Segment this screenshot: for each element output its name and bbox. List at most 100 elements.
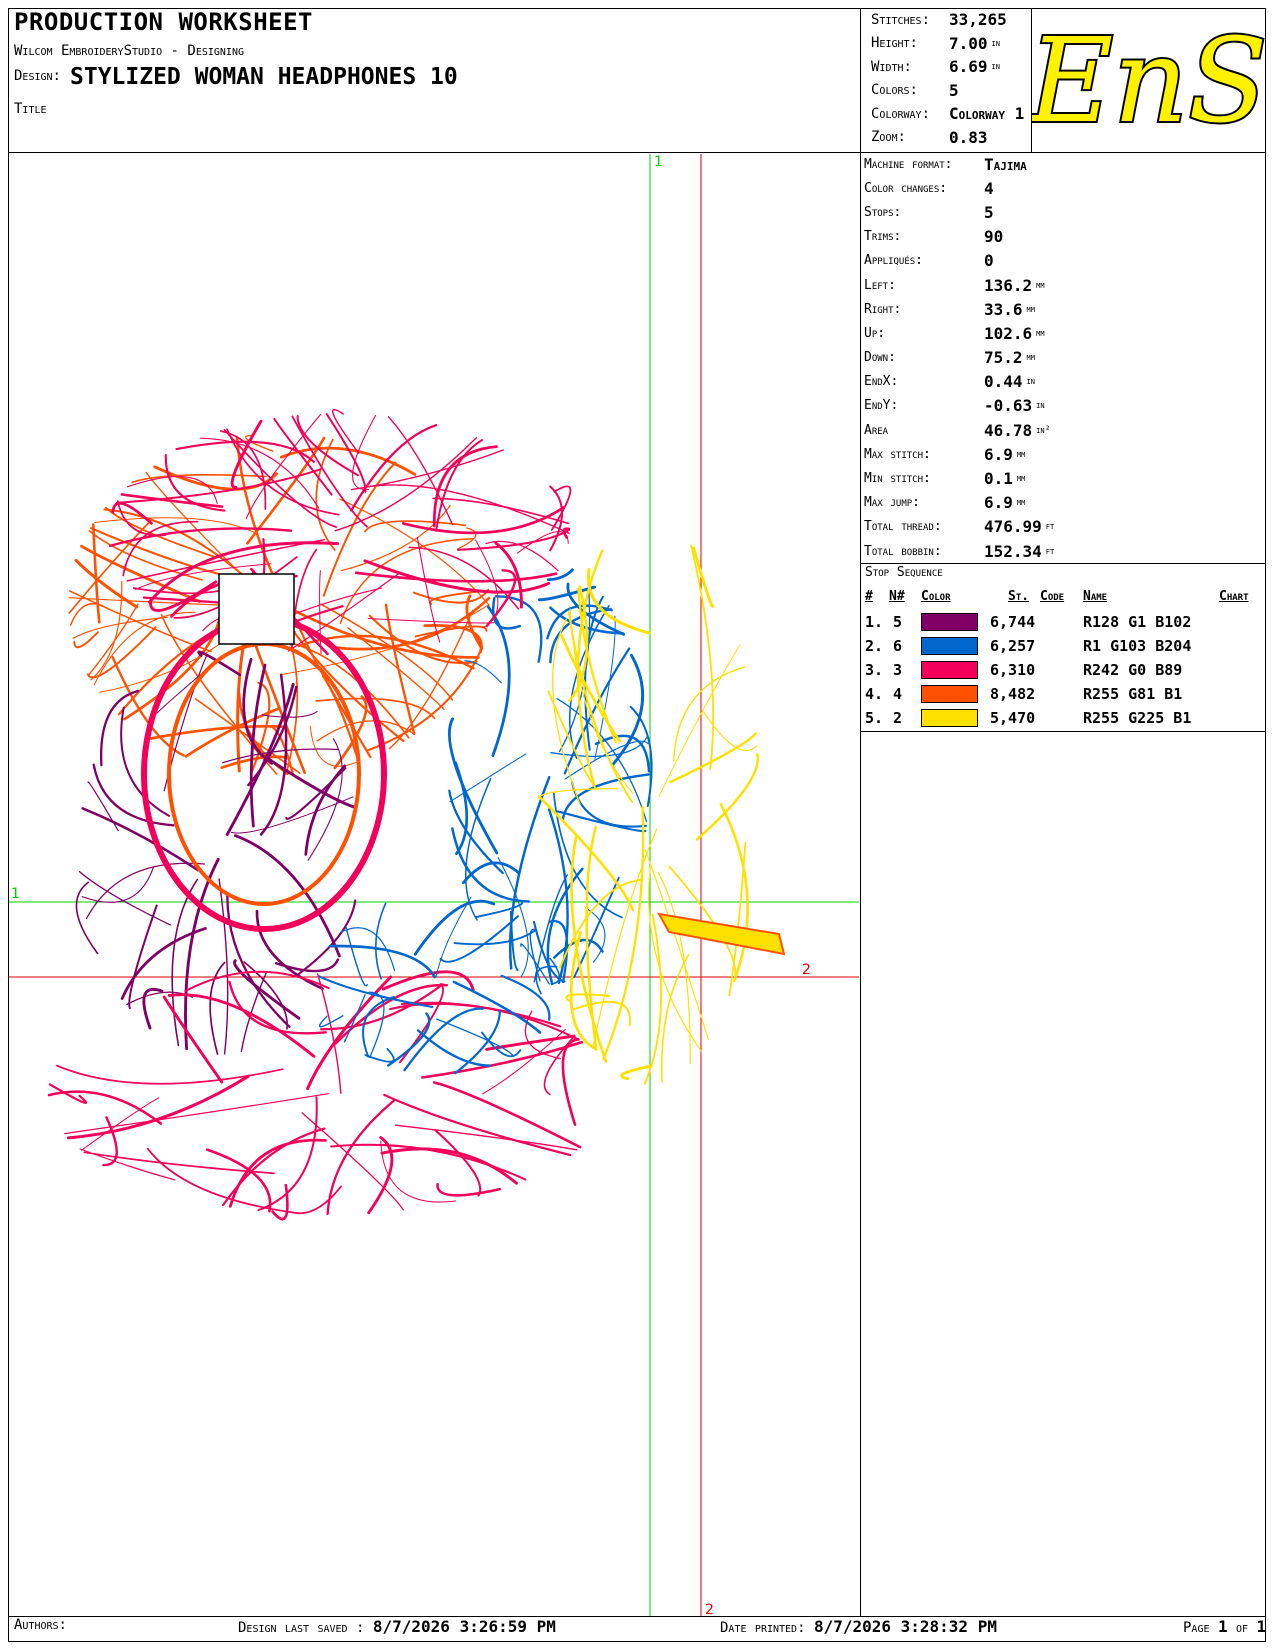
stitch-stroke: [462, 861, 521, 885]
stitch-stroke: [92, 763, 175, 827]
stat-row: Min stitch: 0.1 mm: [864, 469, 1026, 489]
summary-row: Stitches: 33,265: [871, 10, 1007, 30]
design-preview: 1 1 2 2: [9, 154, 859, 1616]
stitch-stroke: [287, 572, 400, 652]
stitch-stroke: [586, 568, 651, 635]
authors-label: Authors:: [14, 1617, 67, 1633]
summary-row: Zoom: 0.83: [871, 127, 988, 147]
stat-row: Stops: 5: [864, 202, 994, 222]
stitch-stroke: [454, 761, 469, 855]
footer-divider: [8, 1616, 1266, 1617]
stitch-stroke: [326, 1099, 395, 1216]
stitch-stroke: [381, 970, 475, 993]
stitch-stroke: [89, 527, 256, 583]
stitch-stroke: [389, 1002, 562, 1028]
stitch-stroke: [304, 764, 347, 856]
stitch-stroke: [448, 789, 504, 875]
stitch-stroke: [436, 1182, 501, 1197]
stitch-stroke: [297, 1185, 342, 1215]
stitch-stroke: [162, 995, 224, 1084]
sidebar-divider: [860, 8, 861, 1616]
stitch-stroke: [296, 899, 357, 976]
stat-row: Total bobbin: 152.34 ft: [864, 541, 1055, 561]
stitch-stroke: [94, 517, 258, 534]
color-swatch: [921, 685, 978, 703]
stat-row: Up: 102.6 mm: [864, 323, 1045, 343]
stat-row: Left: 136.2 mm: [864, 275, 1045, 295]
header-divider: [8, 152, 1266, 153]
stitch-stroke: [364, 1047, 395, 1063]
design-saved: Design last saved : 8/7/2026 3:26:59 PM: [238, 1617, 556, 1636]
stitch-stroke: [362, 996, 395, 1058]
stitch-stroke: [301, 1112, 404, 1211]
stitch-stroke: [367, 618, 495, 624]
stitch-stroke: [436, 1018, 514, 1056]
color-swatch: [921, 661, 978, 679]
stitch-stroke: [367, 1136, 394, 1215]
stop-sequence-row: 2. 6 6,257 R1 G103 B204: [865, 637, 1192, 655]
guide-label-green: 1: [11, 886, 20, 902]
stitch-stroke: [485, 540, 559, 572]
guide-label-green: 1: [654, 154, 663, 170]
guide-label-red: 2: [802, 962, 811, 978]
worksheet-title: PRODUCTION WORKSHEET: [14, 8, 313, 36]
stitch-stroke: [434, 1128, 482, 1197]
stitch-stroke: [569, 931, 597, 1051]
stitch-stroke: [432, 497, 569, 525]
stitch-stroke: [648, 863, 702, 1052]
stitch-stroke: [100, 689, 140, 767]
stitch-stroke: [394, 1124, 578, 1151]
stitch-stroke: [78, 870, 172, 926]
stitch-stroke: [86, 626, 157, 679]
headphone-ear-cup: [167, 642, 361, 906]
summary-row: Colorway: Colorway 1: [871, 104, 1025, 124]
stitch-stroke: [184, 857, 220, 1051]
stop-sequence-row: 3. 3 6,310 R242 G0 B89: [865, 661, 1183, 679]
stitch-stroke: [695, 753, 759, 841]
date-printed: Date printed: 8/7/2026 3:28:32 PM: [720, 1617, 997, 1636]
stitch-stroke: [561, 1038, 580, 1126]
stitch-stroke: [383, 1093, 572, 1157]
machine-stats: Machine format: Tajima Color changes: 4 Stop…: [864, 152, 1054, 563]
stitch-stroke: [692, 546, 715, 608]
software-name: Wilcom EmbroideryStudio - Designing: [14, 43, 244, 59]
stitch-stroke: [331, 409, 360, 454]
stitch-stroke: [64, 1093, 329, 1135]
stitch-stroke: [233, 834, 341, 958]
stitch-stroke: [658, 644, 741, 797]
stitch-stroke: [79, 1148, 176, 1181]
guide-label-red: 2: [705, 1602, 714, 1616]
color-swatch: [921, 637, 978, 655]
stop-sequence-title: Stop Sequence: [865, 565, 943, 580]
stitch-stroke: [275, 958, 340, 973]
stitch-stroke: [629, 705, 653, 807]
stitch-stroke: [87, 603, 139, 676]
summary-row: Colors: 5: [871, 80, 959, 100]
microphone-boom: [657, 912, 786, 956]
stat-row: Machine format: Tajima: [864, 154, 1027, 174]
ens-logo: EnS: [1032, 12, 1265, 151]
stitch-stroke: [564, 740, 649, 780]
stitch-stroke: [230, 796, 354, 834]
stitch-stroke: [340, 927, 396, 972]
stat-row: Appliqués: 0: [864, 251, 994, 271]
stitch-stroke: [602, 805, 645, 1061]
stitch-stroke: [228, 980, 327, 1035]
stitch-stroke: [561, 773, 651, 822]
stitch-stroke: [435, 896, 472, 977]
design-label: Design:: [14, 68, 61, 84]
page-number: Page 1 of 1: [1183, 1617, 1267, 1636]
stitch-stroke: [592, 828, 658, 1046]
design-summary: Stitches: 33,265 Height: 7.00 in Width: 6.69…: [871, 8, 1028, 149]
summary-row: Width: 6.69 in: [871, 57, 1000, 77]
stitch-stroke: [702, 709, 758, 751]
stat-row: Color changes: 4: [864, 178, 994, 198]
stat-row: EndX: 0.44 in: [864, 372, 1035, 392]
stitch-stroke: [354, 571, 558, 583]
stop-sequence-row: 5. 2 5,470 R255 G225 B1: [865, 709, 1192, 727]
stitch-stroke: [56, 1064, 284, 1085]
stitch-stroke: [439, 915, 519, 963]
stat-row: Area 46.78 in²: [864, 420, 1051, 440]
stop-sequence-header: # N# Color St. Code Name Chart: [865, 589, 1249, 604]
sequence-divider: [860, 731, 1266, 732]
